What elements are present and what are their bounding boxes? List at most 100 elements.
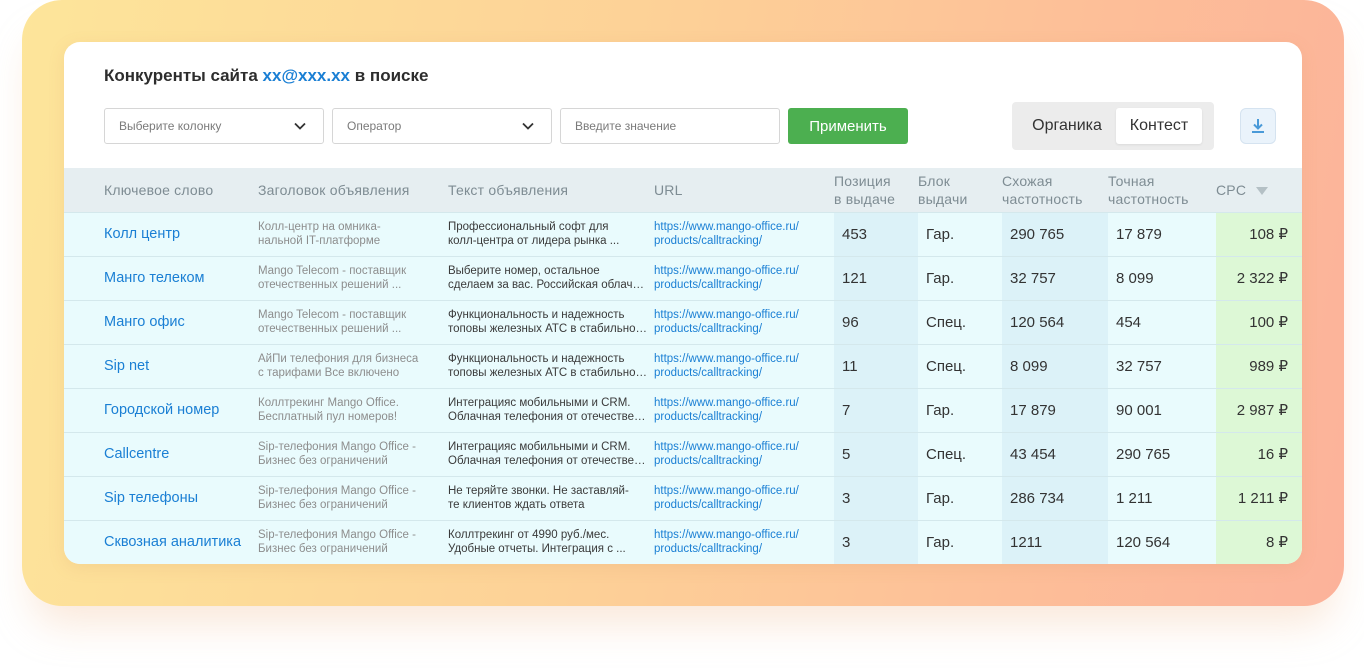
toggle-organic[interactable]: Органика [1018,108,1116,144]
keyword-link[interactable]: Callcentre [64,431,258,476]
chevron-down-icon [294,122,306,130]
cpc-cell: 8 ₽ [1216,519,1302,564]
table-header: Ключевое слово Заголовок объявления Текс… [64,168,1302,212]
keyword-link[interactable]: Манго офис [64,299,258,344]
header-exact[interactable]: Точная частотность [1108,168,1216,212]
table-row[interactable]: Манго телеком Mango Telecom - поставщик от… [64,255,1302,300]
sort-desc-icon[interactable] [1256,187,1269,196]
download-icon [1252,119,1264,133]
block-cell: Гар. [918,255,1002,300]
similar-frequency-cell: 286 734 [1002,475,1108,520]
similar-frequency-cell: 290 765 [1002,211,1108,256]
header-keyword[interactable]: Ключевое слово [64,168,258,212]
position-cell: 11 [834,343,918,388]
value-input[interactable]: Введите значение [560,108,780,144]
table-row[interactable]: Sip телефоны Sip-телефония Mango Office -… [64,475,1302,520]
ad-text-cell: Не теряйте звонки. Не заставляй-те клиен… [448,475,654,520]
url-link[interactable]: https://www.mango-office.ru/products/cal… [654,475,834,520]
block-cell: Гар. [918,519,1002,564]
cpc-cell: 989 ₽ [1216,343,1302,388]
exact-frequency-cell: 17 879 [1108,211,1216,256]
ad-title-cell: Коллтрекинг Mango Office. Бесплатный пул … [258,387,448,432]
competitors-table: Ключевое слово Заголовок объявления Текс… [64,168,1302,564]
similar-frequency-cell: 120 564 [1002,299,1108,344]
table-row[interactable]: Манго офис Mango Telecom - поставщик отече… [64,299,1302,344]
table-row[interactable]: Callcentre Sip-телефония Mango Office - Би… [64,431,1302,476]
position-cell: 7 [834,387,918,432]
exact-frequency-cell: 90 001 [1108,387,1216,432]
position-cell: 96 [834,299,918,344]
block-cell: Спец. [918,431,1002,476]
block-cell: Гар. [918,475,1002,520]
cpc-cell: 1 211 ₽ [1216,475,1302,520]
cpc-cell: 2 987 ₽ [1216,387,1302,432]
search-type-toggle: Органика Контест [1012,102,1214,150]
ad-text-cell: Интеграцияс мобильными и CRM. Облачная те… [448,431,654,476]
keyword-link[interactable]: Городской номер [64,387,258,432]
competitors-panel: Конкуренты сайта xx@xxx.xx в поиске Выбе… [64,42,1302,564]
header-similar[interactable]: Схожая частотность [1002,168,1108,212]
header-block[interactable]: Блок выдачи [918,168,1002,212]
similar-frequency-cell: 8 099 [1002,343,1108,388]
similar-frequency-cell: 43 454 [1002,431,1108,476]
page-title: Конкуренты сайта xx@xxx.xx в поиске [104,66,429,85]
exact-frequency-cell: 290 765 [1108,431,1216,476]
position-cell: 453 [834,211,918,256]
block-cell: Спец. [918,343,1002,388]
similar-frequency-cell: 32 757 [1002,255,1108,300]
url-link[interactable]: https://www.mango-office.ru/products/cal… [654,387,834,432]
similar-frequency-cell: 1211 [1002,519,1108,564]
table-row[interactable]: Городской номер Коллтрекинг Mango Office.… [64,387,1302,432]
cpc-cell: 2 322 ₽ [1216,255,1302,300]
ad-text-cell: Выберите номер, остальное сделаем за вас.… [448,255,654,300]
header-cpc[interactable]: CPC [1216,168,1302,212]
keyword-link[interactable]: Sip net [64,343,258,388]
cpc-cell: 100 ₽ [1216,299,1302,344]
position-cell: 3 [834,475,918,520]
table-row[interactable]: Колл центр Колл-центр на омника-нальной I… [64,211,1302,256]
ad-title-cell: Mango Telecom - поставщик отечественных р… [258,299,448,344]
position-cell: 5 [834,431,918,476]
header-url[interactable]: URL [654,168,834,212]
apply-button[interactable]: Применить [788,108,908,144]
operator-select[interactable]: Оператор [332,108,552,144]
ad-text-cell: Интеграцияс мобильными и CRM. Облачная те… [448,387,654,432]
ad-title-cell: Sip-телефония Mango Office - Бизнес без о… [258,519,448,564]
cpc-cell: 108 ₽ [1216,211,1302,256]
ad-text-cell: Профессиональный софт для колл-центра от … [448,211,654,256]
ad-title-cell: Sip-телефония Mango Office - Бизнес без о… [258,431,448,476]
ad-title-cell: АйПи телефония для бизнеса с тарифами Все… [258,343,448,388]
url-link[interactable]: https://www.mango-office.ru/products/cal… [654,431,834,476]
keyword-link[interactable]: Манго телеком [64,255,258,300]
header-position[interactable]: Позиция в выдаче [834,168,918,212]
toggle-context[interactable]: Контест [1116,108,1202,144]
url-link[interactable]: https://www.mango-office.ru/products/cal… [654,211,834,256]
ad-text-cell: Коллтрекинг от 4990 руб./мес. Удобные отч… [448,519,654,564]
ad-title-cell: Колл-центр на омника-нальной IT-платформ… [258,211,448,256]
block-cell: Гар. [918,211,1002,256]
ad-text-cell: Функциональность и надежность топовы желе… [448,343,654,388]
column-select[interactable]: Выберите колонку [104,108,324,144]
url-link[interactable]: https://www.mango-office.ru/products/cal… [654,255,834,300]
keyword-link[interactable]: Колл центр [64,211,258,256]
ad-title-cell: Mango Telecom - поставщик отечественных р… [258,255,448,300]
table-row[interactable]: Сквозная аналитика Sip-телефония Mango Of… [64,519,1302,564]
exact-frequency-cell: 120 564 [1108,519,1216,564]
similar-frequency-cell: 17 879 [1002,387,1108,432]
position-cell: 121 [834,255,918,300]
url-link[interactable]: https://www.mango-office.ru/products/cal… [654,343,834,388]
ad-title-cell: Sip-телефония Mango Office - Бизнес без о… [258,475,448,520]
keyword-link[interactable]: Sip телефоны [64,475,258,520]
header-ad-title[interactable]: Заголовок объявления [258,168,448,212]
url-link[interactable]: https://www.mango-office.ru/products/cal… [654,519,834,564]
url-link[interactable]: https://www.mango-office.ru/products/cal… [654,299,834,344]
keyword-link[interactable]: Сквозная аналитика [64,519,258,564]
download-button[interactable] [1240,108,1276,144]
cpc-cell: 16 ₽ [1216,431,1302,476]
site-link[interactable]: xx@xxx.xx [263,66,350,85]
exact-frequency-cell: 1 211 [1108,475,1216,520]
exact-frequency-cell: 454 [1108,299,1216,344]
exact-frequency-cell: 8 099 [1108,255,1216,300]
header-ad-text[interactable]: Текст объявления [448,168,654,212]
table-row[interactable]: Sip net АйПи телефония для бизнеса с тариф… [64,343,1302,388]
